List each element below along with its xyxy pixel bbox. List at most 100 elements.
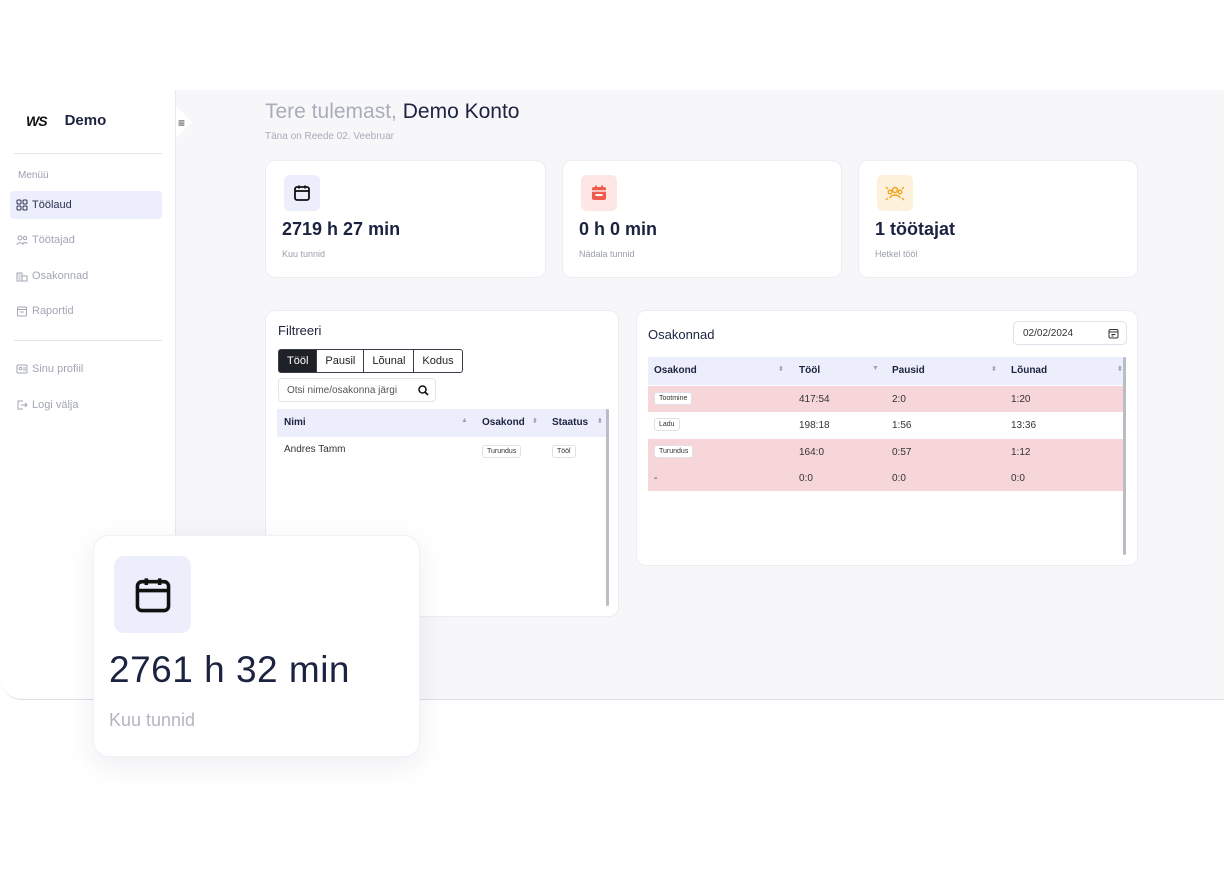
sort-icon[interactable]: ⬍ xyxy=(1117,365,1123,373)
departments-panel: Osakonnad 02/02/2024 Osakond ⬍ Tööl ▼ Pa… xyxy=(636,310,1138,566)
department-badge: Tootmine xyxy=(654,392,693,405)
work-time: 0:0 xyxy=(799,473,813,484)
menu-icon[interactable]: ≡ xyxy=(178,116,185,130)
date-picker[interactable]: 02/02/2024 xyxy=(1013,321,1127,345)
table-scrollbar[interactable] xyxy=(606,409,609,606)
brand-name: Demo xyxy=(64,112,107,129)
stat-value: 0 h 0 min xyxy=(579,219,658,239)
featured-stat-value: 2761 h 32 min xyxy=(109,649,351,690)
tab-on-break[interactable]: Pausil xyxy=(316,349,365,373)
sidebar-item-label: Logi välja xyxy=(32,399,79,411)
logout-icon xyxy=(17,400,28,410)
sidebar-divider xyxy=(14,153,162,154)
departments-title: Osakonnad xyxy=(648,327,715,342)
lunch-time: 0:0 xyxy=(1011,473,1025,484)
table-row[interactable]: Andres Tamm Turundus Tööl xyxy=(277,439,607,465)
table-scrollbar[interactable] xyxy=(1123,357,1126,555)
sidebar-item-label: Sinu profiil xyxy=(32,363,84,375)
sidebar-item-dashboard[interactable]: Töölaud xyxy=(10,191,162,219)
pause-time: 0:57 xyxy=(892,447,912,458)
pause-time: 0:0 xyxy=(892,473,906,484)
table-row[interactable]: Tootmine 417:54 2:0 1:20 xyxy=(648,386,1126,412)
sidebar-divider xyxy=(14,340,162,341)
sidebar-item-label: Töölaud xyxy=(32,199,72,211)
featured-stat-label: Kuu tunnid xyxy=(109,710,196,730)
search-icon xyxy=(418,385,429,396)
filter-title: Filtreeri xyxy=(278,323,322,338)
column-header-work[interactable]: Tööl xyxy=(799,365,820,376)
sort-icon[interactable]: ▲ xyxy=(461,417,468,424)
tab-at-work[interactable]: Tööl xyxy=(278,349,318,373)
column-header-pauses[interactable]: Pausid xyxy=(892,365,925,376)
tab-at-home[interactable]: Kodus xyxy=(413,349,463,373)
search-input[interactable]: Otsi nime/osakonna järgi xyxy=(278,378,436,402)
department-badge: Turundus xyxy=(654,445,694,458)
tab-at-lunch[interactable]: Lõunal xyxy=(363,349,415,373)
work-time: 417:54 xyxy=(799,394,830,405)
page-title: Tere tulemast, Demo Konto xyxy=(265,100,519,124)
table-row[interactable]: - 0:0 0:0 0:0 xyxy=(648,465,1126,491)
table-row[interactable]: Turundus 164:0 0:57 1:12 xyxy=(648,439,1126,465)
status-tabs: Tööl Pausil Lõunal Kodus xyxy=(278,349,463,373)
departments-table-header: Osakond ⬍ Tööl ▼ Pausid ⬍ Lõunad ⬍ xyxy=(648,357,1126,385)
sidebar-item-label: Osakonnad xyxy=(32,270,89,282)
team-icon xyxy=(877,175,913,211)
department-badge: Turundus xyxy=(482,445,522,458)
sort-icon[interactable]: ⬍ xyxy=(532,417,538,425)
account-name: Demo Konto xyxy=(402,100,520,123)
calendar-icon xyxy=(114,556,191,633)
users-icon xyxy=(16,235,28,246)
sidebar-item-departments[interactable]: Osakonnad xyxy=(10,262,162,290)
lunch-time: 1:12 xyxy=(1011,447,1031,458)
lunch-time: 1:20 xyxy=(1011,394,1031,405)
sidebar-item-profile[interactable]: Sinu profiil xyxy=(10,355,162,383)
featured-stat-card: 2761 h 32 min Kuu tunnid xyxy=(93,535,420,757)
stat-label: Hetkel tööl xyxy=(875,249,918,259)
brand-logo: WS xyxy=(26,112,48,129)
report-icon xyxy=(17,306,27,317)
stat-label: Kuu tunnid xyxy=(282,249,326,259)
calendar-minus-icon xyxy=(581,175,617,211)
brand[interactable]: WS Demo xyxy=(26,112,106,129)
stat-card-month: 2719 h 27 min Kuu tunnid xyxy=(265,160,546,278)
stat-value: 1 töötajat xyxy=(875,219,956,239)
sidebar-item-label: Töötajad xyxy=(32,234,75,246)
sidebar-item-employees[interactable]: Töötajad xyxy=(10,226,162,254)
pause-time: 1:56 xyxy=(892,420,912,431)
sort-icon[interactable]: ⬍ xyxy=(991,365,997,373)
stat-value: 2719 h 27 min xyxy=(282,219,401,239)
sort-icon[interactable]: ⬍ xyxy=(778,365,784,373)
stat-card-active: 1 töötajat Hetkel tööl xyxy=(858,160,1138,278)
calendar-icon xyxy=(284,175,320,211)
greeting: Tere tulemast, xyxy=(265,100,397,123)
building-icon xyxy=(16,272,28,282)
dashboard-icon xyxy=(16,199,28,211)
date-value: 02/02/2024 xyxy=(1023,327,1074,339)
employee-table-header: Nimi ▲ Osakond ⬍ Staatus ⬍ xyxy=(277,409,607,437)
column-header-department[interactable]: Osakond xyxy=(654,365,697,376)
profile-icon xyxy=(16,364,28,374)
work-time: 164:0 xyxy=(799,447,825,458)
search-placeholder: Otsi nime/osakonna järgi xyxy=(287,384,398,396)
column-header-lunches[interactable]: Lõunad xyxy=(1011,365,1047,376)
lunch-time: 13:36 xyxy=(1011,420,1037,431)
sidebar-item-logout[interactable]: Logi välja xyxy=(10,391,162,419)
table-row[interactable]: Ladu 198:18 1:56 13:36 xyxy=(648,412,1126,438)
department-name: - xyxy=(654,473,658,484)
department-badge: Ladu xyxy=(654,418,680,431)
pause-time: 2:0 xyxy=(892,394,906,405)
status-badge: Tööl xyxy=(552,445,576,458)
menu-title: Menüü xyxy=(18,170,49,181)
sidebar-item-label: Raportid xyxy=(32,305,74,317)
column-header-status[interactable]: Staatus xyxy=(552,417,588,428)
employee-name: Andres Tamm xyxy=(284,444,346,455)
sort-icon[interactable]: ⬍ xyxy=(597,417,603,425)
work-time: 198:18 xyxy=(799,420,830,431)
column-header-name[interactable]: Nimi xyxy=(284,417,306,428)
sort-icon[interactable]: ▼ xyxy=(872,365,879,372)
sidebar-item-reports[interactable]: Raportid xyxy=(10,297,162,325)
stat-card-week: 0 h 0 min Nädala tunnid xyxy=(562,160,842,278)
calendar-icon xyxy=(1108,329,1119,339)
column-header-department[interactable]: Osakond xyxy=(482,417,525,428)
stat-label: Nädala tunnid xyxy=(579,249,635,259)
